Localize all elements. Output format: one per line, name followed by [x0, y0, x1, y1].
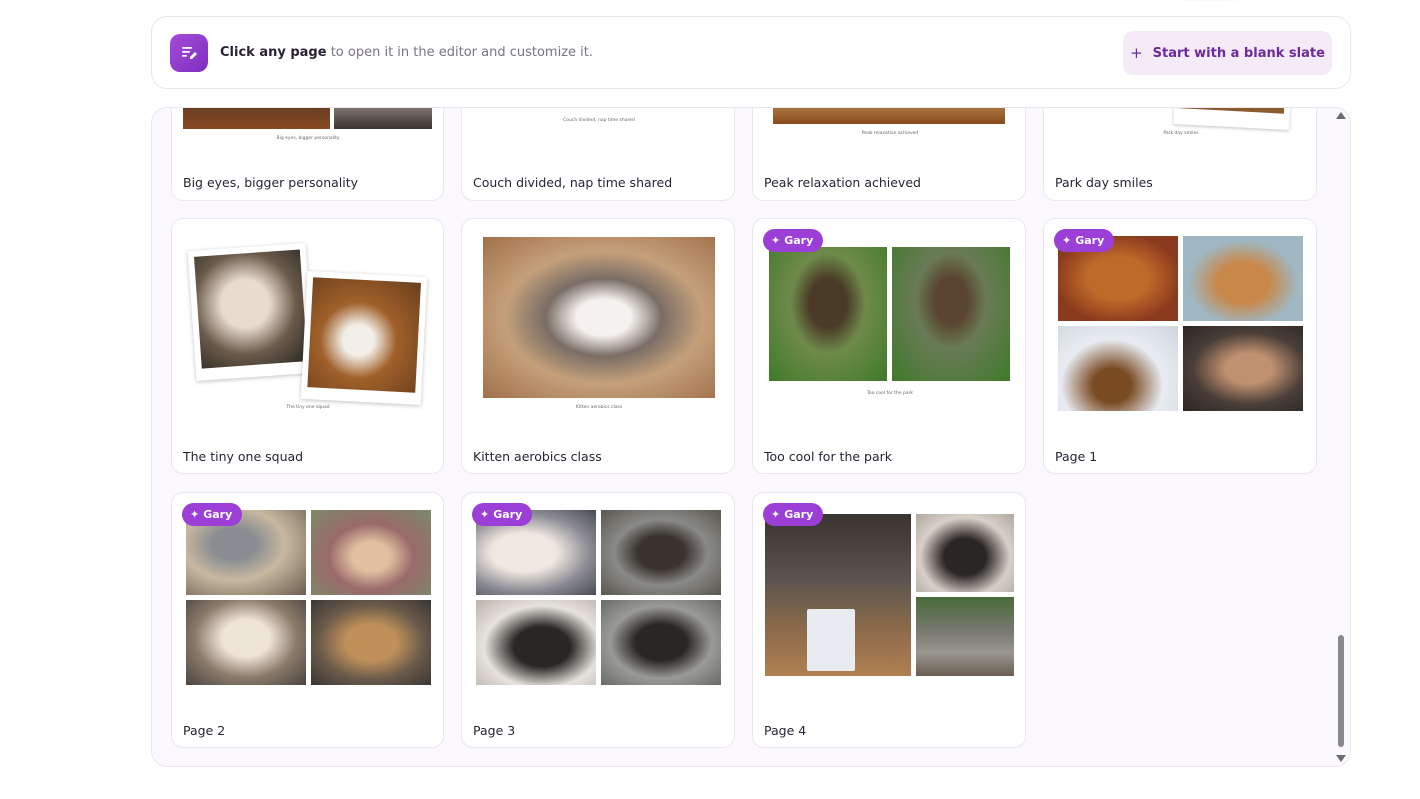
- page-card[interactable]: Kitten aerobics class Kitten aerobics cl…: [461, 218, 735, 474]
- page-card-label: Kitten aerobics class: [473, 449, 602, 464]
- polaroid-photo: [300, 270, 428, 406]
- sparkle-icon: ✦: [771, 508, 781, 521]
- page-card[interactable]: ✦ Gary Page 4: [752, 492, 1026, 748]
- banner-bold-text: Click any page: [220, 45, 327, 60]
- gary-badge: ✦ Gary: [763, 503, 824, 526]
- start-blank-slate-button[interactable]: + Start with a blank slate: [1123, 31, 1332, 75]
- banner-rest-text: to open it in the editor and customize i…: [326, 45, 594, 60]
- dog-pawprint-photo: [765, 514, 911, 676]
- gary-badge: ✦ Gary: [182, 503, 243, 526]
- scroll-down-arrow-icon[interactable]: [1336, 755, 1346, 762]
- page-card[interactable]: Big eyes, bigger personality Big eyes, b…: [171, 108, 444, 201]
- page-card-label: Couch divided, nap time shared: [473, 175, 673, 190]
- page-card-label: Page 2: [183, 723, 226, 738]
- yorkie-photo: [892, 247, 1010, 381]
- instruction-banner: Click any page to open it in the editor …: [151, 16, 1351, 89]
- golden-dog-photo: [1183, 236, 1303, 321]
- sparkle-icon: ✦: [1062, 234, 1072, 247]
- page-caption: Too cool for the park: [866, 391, 914, 396]
- cat-photo: [483, 237, 715, 398]
- page-card[interactable]: Couch divided, nap time shared Couch div…: [461, 108, 735, 201]
- sleeping-dog-photo: [1183, 326, 1303, 411]
- page-caption: Couch divided, nap time shared: [563, 118, 635, 123]
- page-caption: Big eyes, bigger personality: [276, 136, 340, 141]
- polaroid-photo: [187, 243, 315, 381]
- page-card[interactable]: Too cool for the park ✦ Gary Too cool for…: [752, 218, 1026, 474]
- page-caption: Peak relaxation achieved: [861, 131, 919, 136]
- page-caption: Kitten aerobics class: [575, 405, 623, 410]
- dog-rug-photo: [311, 510, 431, 595]
- white-dog-photo: [307, 277, 421, 393]
- black-dog-sleeping-photo: [601, 600, 721, 685]
- sparkle-icon: ✦: [771, 234, 781, 247]
- page-card-label: Too cool for the park: [764, 449, 893, 464]
- page-card-label: Peak relaxation achieved: [764, 175, 921, 190]
- page-card[interactable]: ✦ Gary Page 1: [1043, 218, 1317, 474]
- pitbull-bed-photo: [916, 514, 1014, 592]
- page-card[interactable]: Park day smiles Park day smiles: [1043, 108, 1317, 201]
- pitbull-photo: [601, 510, 721, 595]
- page-card[interactable]: ✦ Gary Page 2: [171, 492, 444, 748]
- page-card[interactable]: Peak relaxation achieved Peak relaxation…: [752, 108, 1026, 201]
- page-card-label: Page 3: [473, 723, 516, 738]
- page-card-label: Page 1: [1055, 449, 1098, 464]
- black-dog-sleeping-photo: [476, 600, 596, 685]
- dog-snow-photo: [1058, 326, 1178, 411]
- scroll-thumb[interactable]: [1338, 635, 1344, 747]
- gary-badge: ✦ Gary: [472, 503, 533, 526]
- yorkie-sunglasses-photo: [769, 247, 887, 381]
- chihuahua-photo: [311, 600, 431, 685]
- gary-badge: ✦ Gary: [1054, 229, 1115, 252]
- badge-label: Gary: [784, 234, 814, 247]
- badge-label: Gary: [784, 508, 814, 521]
- dog-deck-photo: [916, 597, 1014, 676]
- scroll-up-arrow-icon[interactable]: [1336, 112, 1346, 119]
- scrollbar[interactable]: [1335, 110, 1347, 764]
- badge-label: Gary: [1075, 234, 1105, 247]
- chihuahua-photo: [194, 249, 308, 369]
- page-card-label: Park day smiles: [1055, 175, 1153, 190]
- blank-button-label: Start with a blank slate: [1152, 45, 1325, 61]
- badge-label: Gary: [493, 508, 523, 521]
- page-photo: [183, 108, 330, 129]
- page-photo: [773, 108, 1005, 124]
- page-card-label: Big eyes, bigger personality: [183, 175, 359, 190]
- badge-label: Gary: [203, 508, 233, 521]
- page-card[interactable]: ✦ Gary Page 3: [461, 492, 735, 748]
- banner-text: Click any page to open it in the editor …: [220, 45, 593, 60]
- edit-page-icon: [170, 34, 208, 72]
- page-card-label: Page 4: [764, 723, 807, 738]
- chihuahua-photo: [186, 600, 306, 685]
- page-caption: The tiny one squad: [286, 405, 330, 410]
- page-photo: [1173, 108, 1291, 131]
- pages-grid-panel: Big eyes, bigger personality Big eyes, b…: [151, 107, 1351, 767]
- plus-icon: +: [1130, 44, 1143, 62]
- sparkle-icon: ✦: [480, 508, 490, 521]
- page-card-label: The tiny one squad: [183, 449, 304, 464]
- decorative-glow: [1150, 0, 1270, 2]
- page-card[interactable]: The tiny one squad The tiny one squad: [171, 218, 444, 474]
- sparkle-icon: ✦: [190, 508, 200, 521]
- page-caption: Park day smiles: [1163, 131, 1199, 136]
- pawprint-card: [807, 609, 855, 671]
- gary-badge: ✦ Gary: [763, 229, 824, 252]
- page-photo: [334, 108, 432, 129]
